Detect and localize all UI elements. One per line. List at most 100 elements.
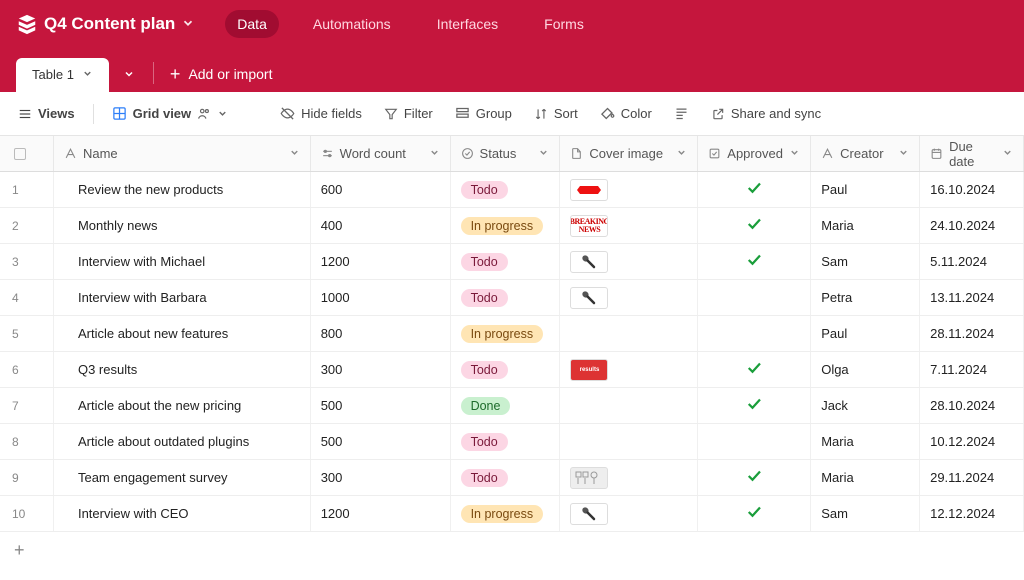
column-header-word-count[interactable]: Word count	[311, 136, 451, 171]
column-header-status[interactable]: Status	[451, 136, 561, 171]
table-row[interactable]: 4Interview with Barbara1000TodoPetra13.1…	[0, 280, 1024, 316]
table-row[interactable]: 8Article about outdated plugins500TodoMa…	[0, 424, 1024, 460]
cell-due-date[interactable]: 29.11.2024	[920, 460, 1024, 495]
add-row-button[interactable]: +	[0, 532, 1024, 568]
cell-status[interactable]: Todo	[451, 460, 561, 495]
cell-status[interactable]: In progress	[451, 496, 561, 531]
table-row[interactable]: 6Q3 results300TodoresultsOlga7.11.2024	[0, 352, 1024, 388]
select-all-cell[interactable]	[0, 136, 54, 171]
cell-cover-image[interactable]	[560, 388, 698, 423]
chevron-down-icon[interactable]	[1002, 146, 1013, 161]
cell-creator[interactable]: Olga	[811, 352, 920, 387]
cell-approved[interactable]	[698, 244, 811, 279]
cell-word-count[interactable]: 400	[311, 208, 451, 243]
cell-name[interactable]: Monthly news	[54, 208, 311, 243]
chevron-down-icon[interactable]	[289, 146, 300, 161]
cell-creator[interactable]: Jack	[811, 388, 920, 423]
base-switcher[interactable]: Q4 Content plan	[16, 13, 195, 35]
cell-word-count[interactable]: 1200	[311, 496, 451, 531]
cell-cover-image[interactable]	[560, 496, 698, 531]
cell-approved[interactable]	[698, 388, 811, 423]
grid-view-button[interactable]: Grid view	[108, 102, 233, 125]
cell-due-date[interactable]: 28.10.2024	[920, 388, 1024, 423]
cell-due-date[interactable]: 5.11.2024	[920, 244, 1024, 279]
cell-cover-image[interactable]	[560, 280, 698, 315]
cell-word-count[interactable]: 500	[311, 424, 451, 459]
thumbnail-microphone[interactable]	[570, 503, 608, 525]
cell-due-date[interactable]: 28.11.2024	[920, 316, 1024, 351]
cell-creator[interactable]: Paul	[811, 172, 920, 207]
cell-name[interactable]: Article about new features	[54, 316, 311, 351]
table-row[interactable]: 9Team engagement survey300TodoMaria29.11…	[0, 460, 1024, 496]
table-row[interactable]: 1Review the new products600TodoPaul16.10…	[0, 172, 1024, 208]
hide-fields-button[interactable]: Hide fields	[276, 102, 366, 125]
cell-name[interactable]: Interview with Barbara	[54, 280, 311, 315]
column-header-due-date[interactable]: Due date	[920, 136, 1024, 171]
cell-status[interactable]: Todo	[451, 352, 561, 387]
share-sync-button[interactable]: Share and sync	[707, 102, 825, 125]
cell-due-date[interactable]: 7.11.2024	[920, 352, 1024, 387]
cell-creator[interactable]: Maria	[811, 208, 920, 243]
cell-word-count[interactable]: 300	[311, 352, 451, 387]
cell-word-count[interactable]: 600	[311, 172, 451, 207]
cell-creator[interactable]: Sam	[811, 244, 920, 279]
cell-due-date[interactable]: 24.10.2024	[920, 208, 1024, 243]
column-header-cover-image[interactable]: Cover image	[560, 136, 698, 171]
cell-word-count[interactable]: 500	[311, 388, 451, 423]
cell-creator[interactable]: Paul	[811, 316, 920, 351]
cell-creator[interactable]: Maria	[811, 424, 920, 459]
cell-status[interactable]: Todo	[451, 244, 561, 279]
column-header-name[interactable]: Name	[54, 136, 311, 171]
tab-automations[interactable]: Automations	[301, 10, 403, 38]
table-row[interactable]: 5Article about new features800In progres…	[0, 316, 1024, 352]
row-height-button[interactable]	[670, 102, 693, 125]
thumbnail-microphone[interactable]	[570, 251, 608, 273]
sort-button[interactable]: Sort	[530, 102, 582, 125]
cell-due-date[interactable]: 16.10.2024	[920, 172, 1024, 207]
cell-approved[interactable]	[698, 316, 811, 351]
tab-interfaces[interactable]: Interfaces	[425, 10, 510, 38]
cell-status[interactable]: Done	[451, 388, 561, 423]
cell-cover-image[interactable]: BREAKINGNEWS	[560, 208, 698, 243]
cell-creator[interactable]: Sam	[811, 496, 920, 531]
table-list-dropdown[interactable]	[109, 56, 149, 92]
cell-name[interactable]: Review the new products	[54, 172, 311, 207]
cell-word-count[interactable]: 1000	[311, 280, 451, 315]
thumbnail-survey[interactable]	[570, 467, 608, 489]
filter-button[interactable]: Filter	[380, 102, 437, 125]
cell-name[interactable]: Interview with Michael	[54, 244, 311, 279]
cell-cover-image[interactable]	[560, 172, 698, 207]
column-header-creator[interactable]: Creator	[811, 136, 920, 171]
table-row[interactable]: 2Monthly news400In progressBREAKINGNEWSM…	[0, 208, 1024, 244]
chevron-down-icon[interactable]	[898, 146, 909, 161]
cell-due-date[interactable]: 10.12.2024	[920, 424, 1024, 459]
cell-word-count[interactable]: 1200	[311, 244, 451, 279]
views-button[interactable]: Views	[14, 102, 79, 125]
chevron-down-icon[interactable]	[538, 146, 549, 161]
cell-name[interactable]: Article about outdated plugins	[54, 424, 311, 459]
cell-name[interactable]: Q3 results	[54, 352, 311, 387]
chevron-down-icon[interactable]	[429, 146, 440, 161]
cell-approved[interactable]	[698, 280, 811, 315]
tab-data[interactable]: Data	[225, 10, 279, 38]
cell-name[interactable]: Team engagement survey	[54, 460, 311, 495]
column-header-approved[interactable]: Approved	[698, 136, 811, 171]
thumbnail-breaking-news[interactable]: BREAKINGNEWS	[570, 215, 608, 237]
cell-cover-image[interactable]: results	[560, 352, 698, 387]
cell-cover-image[interactable]	[560, 316, 698, 351]
cell-word-count[interactable]: 300	[311, 460, 451, 495]
table-row[interactable]: 7Article about the new pricing500DoneJac…	[0, 388, 1024, 424]
cell-creator[interactable]: Petra	[811, 280, 920, 315]
thumbnail-microphone[interactable]	[570, 287, 608, 309]
cell-cover-image[interactable]	[560, 244, 698, 279]
cell-status[interactable]: Todo	[451, 280, 561, 315]
cell-status[interactable]: In progress	[451, 208, 561, 243]
cell-status[interactable]: In progress	[451, 316, 561, 351]
cell-name[interactable]: Article about the new pricing	[54, 388, 311, 423]
chevron-down-icon[interactable]	[789, 146, 800, 161]
table-tab-active[interactable]: Table 1	[16, 58, 109, 92]
thumbnail-results[interactable]: results	[570, 359, 608, 381]
tab-forms[interactable]: Forms	[532, 10, 596, 38]
color-button[interactable]: Color	[596, 102, 656, 125]
cell-status[interactable]: Todo	[451, 172, 561, 207]
